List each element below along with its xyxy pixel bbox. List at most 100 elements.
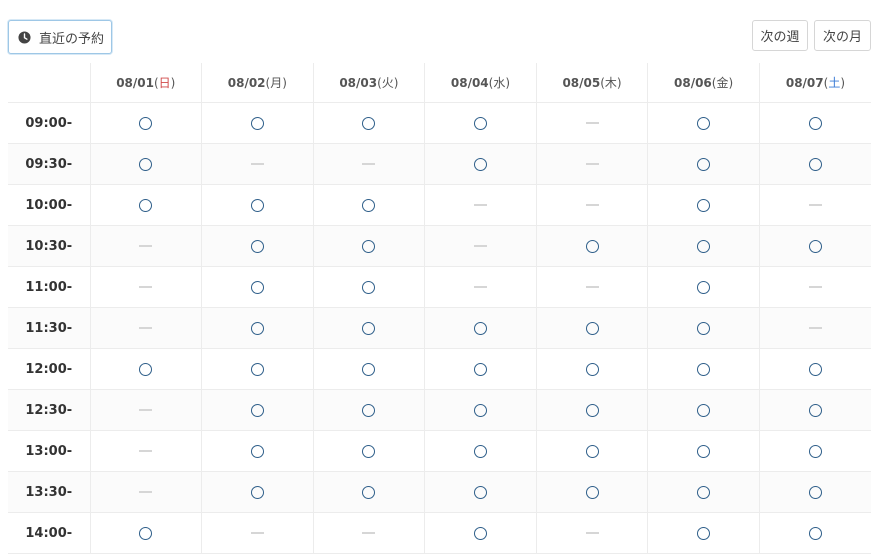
available-circle-icon[interactable]: [362, 198, 376, 212]
available-circle-icon[interactable]: [473, 321, 487, 335]
slot-cell[interactable]: [424, 389, 537, 431]
slot-cell[interactable]: [312, 389, 425, 431]
available-circle-icon[interactable]: [697, 198, 711, 212]
slot-wrapper[interactable]: [91, 103, 202, 143]
slot-wrapper[interactable]: [202, 431, 313, 471]
slot-cell[interactable]: [758, 389, 871, 431]
slot-cell[interactable]: [89, 143, 202, 185]
available-circle-icon[interactable]: [473, 157, 487, 171]
slot-cell[interactable]: [758, 143, 871, 185]
slot-wrapper[interactable]: [760, 226, 871, 266]
slot-wrapper[interactable]: [648, 103, 759, 143]
slot-wrapper[interactable]: [648, 144, 759, 184]
slot-cell[interactable]: [647, 102, 760, 144]
available-circle-icon[interactable]: [697, 362, 711, 376]
available-circle-icon[interactable]: [585, 362, 599, 376]
available-circle-icon[interactable]: [808, 485, 822, 499]
slot-wrapper[interactable]: [537, 472, 648, 512]
slot-cell[interactable]: [201, 430, 314, 472]
slot-wrapper[interactable]: [648, 513, 759, 553]
available-circle-icon[interactable]: [808, 157, 822, 171]
available-circle-icon[interactable]: [250, 362, 264, 376]
slot-wrapper[interactable]: [760, 513, 871, 553]
slot-wrapper[interactable]: [648, 226, 759, 266]
available-circle-icon[interactable]: [250, 321, 264, 335]
slot-cell[interactable]: [424, 143, 537, 185]
slot-wrapper[interactable]: [425, 103, 536, 143]
available-circle-icon[interactable]: [697, 485, 711, 499]
slot-wrapper[interactable]: [314, 185, 425, 225]
available-circle-icon[interactable]: [808, 362, 822, 376]
slot-wrapper[interactable]: [314, 349, 425, 389]
slot-wrapper[interactable]: [537, 431, 648, 471]
slot-cell[interactable]: [647, 266, 760, 308]
available-circle-icon[interactable]: [585, 321, 599, 335]
available-circle-icon[interactable]: [808, 116, 822, 130]
available-circle-icon[interactable]: [362, 239, 376, 253]
slot-cell[interactable]: [424, 307, 537, 349]
slot-wrapper[interactable]: [425, 349, 536, 389]
slot-cell[interactable]: [535, 389, 648, 431]
slot-cell[interactable]: [535, 471, 648, 513]
available-circle-icon[interactable]: [585, 403, 599, 417]
slot-cell[interactable]: [647, 307, 760, 349]
available-circle-icon[interactable]: [697, 403, 711, 417]
slot-cell[interactable]: [312, 102, 425, 144]
available-circle-icon[interactable]: [139, 198, 153, 212]
available-circle-icon[interactable]: [139, 362, 153, 376]
slot-cell[interactable]: [535, 430, 648, 472]
available-circle-icon[interactable]: [139, 157, 153, 171]
available-circle-icon[interactable]: [808, 239, 822, 253]
available-circle-icon[interactable]: [250, 444, 264, 458]
available-circle-icon[interactable]: [808, 526, 822, 540]
slot-cell[interactable]: [201, 471, 314, 513]
available-circle-icon[interactable]: [250, 239, 264, 253]
slot-wrapper[interactable]: [425, 144, 536, 184]
slot-wrapper[interactable]: [202, 472, 313, 512]
slot-wrapper[interactable]: [202, 185, 313, 225]
available-circle-icon[interactable]: [250, 198, 264, 212]
available-circle-icon[interactable]: [585, 485, 599, 499]
slot-wrapper[interactable]: [91, 513, 202, 553]
available-circle-icon[interactable]: [362, 485, 376, 499]
slot-wrapper[interactable]: [537, 308, 648, 348]
slot-wrapper[interactable]: [91, 349, 202, 389]
available-circle-icon[interactable]: [808, 403, 822, 417]
available-circle-icon[interactable]: [362, 116, 376, 130]
slot-wrapper[interactable]: [314, 431, 425, 471]
slot-wrapper[interactable]: [202, 390, 313, 430]
slot-wrapper[interactable]: [648, 390, 759, 430]
slot-cell[interactable]: [312, 225, 425, 267]
slot-cell[interactable]: [647, 389, 760, 431]
slot-cell[interactable]: [758, 512, 871, 554]
slot-wrapper[interactable]: [760, 472, 871, 512]
slot-cell[interactable]: [758, 102, 871, 144]
available-circle-icon[interactable]: [473, 444, 487, 458]
slot-cell[interactable]: [647, 184, 760, 226]
slot-wrapper[interactable]: [425, 513, 536, 553]
slot-cell[interactable]: [424, 348, 537, 390]
slot-cell[interactable]: [424, 512, 537, 554]
slot-wrapper[interactable]: [648, 431, 759, 471]
slot-cell[interactable]: [647, 348, 760, 390]
slot-wrapper[interactable]: [648, 308, 759, 348]
available-circle-icon[interactable]: [585, 239, 599, 253]
slot-cell[interactable]: [312, 430, 425, 472]
available-circle-icon[interactable]: [139, 526, 153, 540]
available-circle-icon[interactable]: [473, 362, 487, 376]
slot-cell[interactable]: [201, 348, 314, 390]
slot-wrapper[interactable]: [648, 472, 759, 512]
slot-wrapper[interactable]: [760, 103, 871, 143]
slot-cell[interactable]: [89, 512, 202, 554]
slot-cell[interactable]: [201, 307, 314, 349]
available-circle-icon[interactable]: [362, 280, 376, 294]
available-circle-icon[interactable]: [250, 280, 264, 294]
slot-wrapper[interactable]: [314, 226, 425, 266]
available-circle-icon[interactable]: [139, 116, 153, 130]
available-circle-icon[interactable]: [473, 116, 487, 130]
available-circle-icon[interactable]: [697, 526, 711, 540]
slot-wrapper[interactable]: [202, 226, 313, 266]
recent-reservation-button[interactable]: 直近の予約: [8, 20, 112, 54]
slot-wrapper[interactable]: [648, 267, 759, 307]
available-circle-icon[interactable]: [697, 280, 711, 294]
